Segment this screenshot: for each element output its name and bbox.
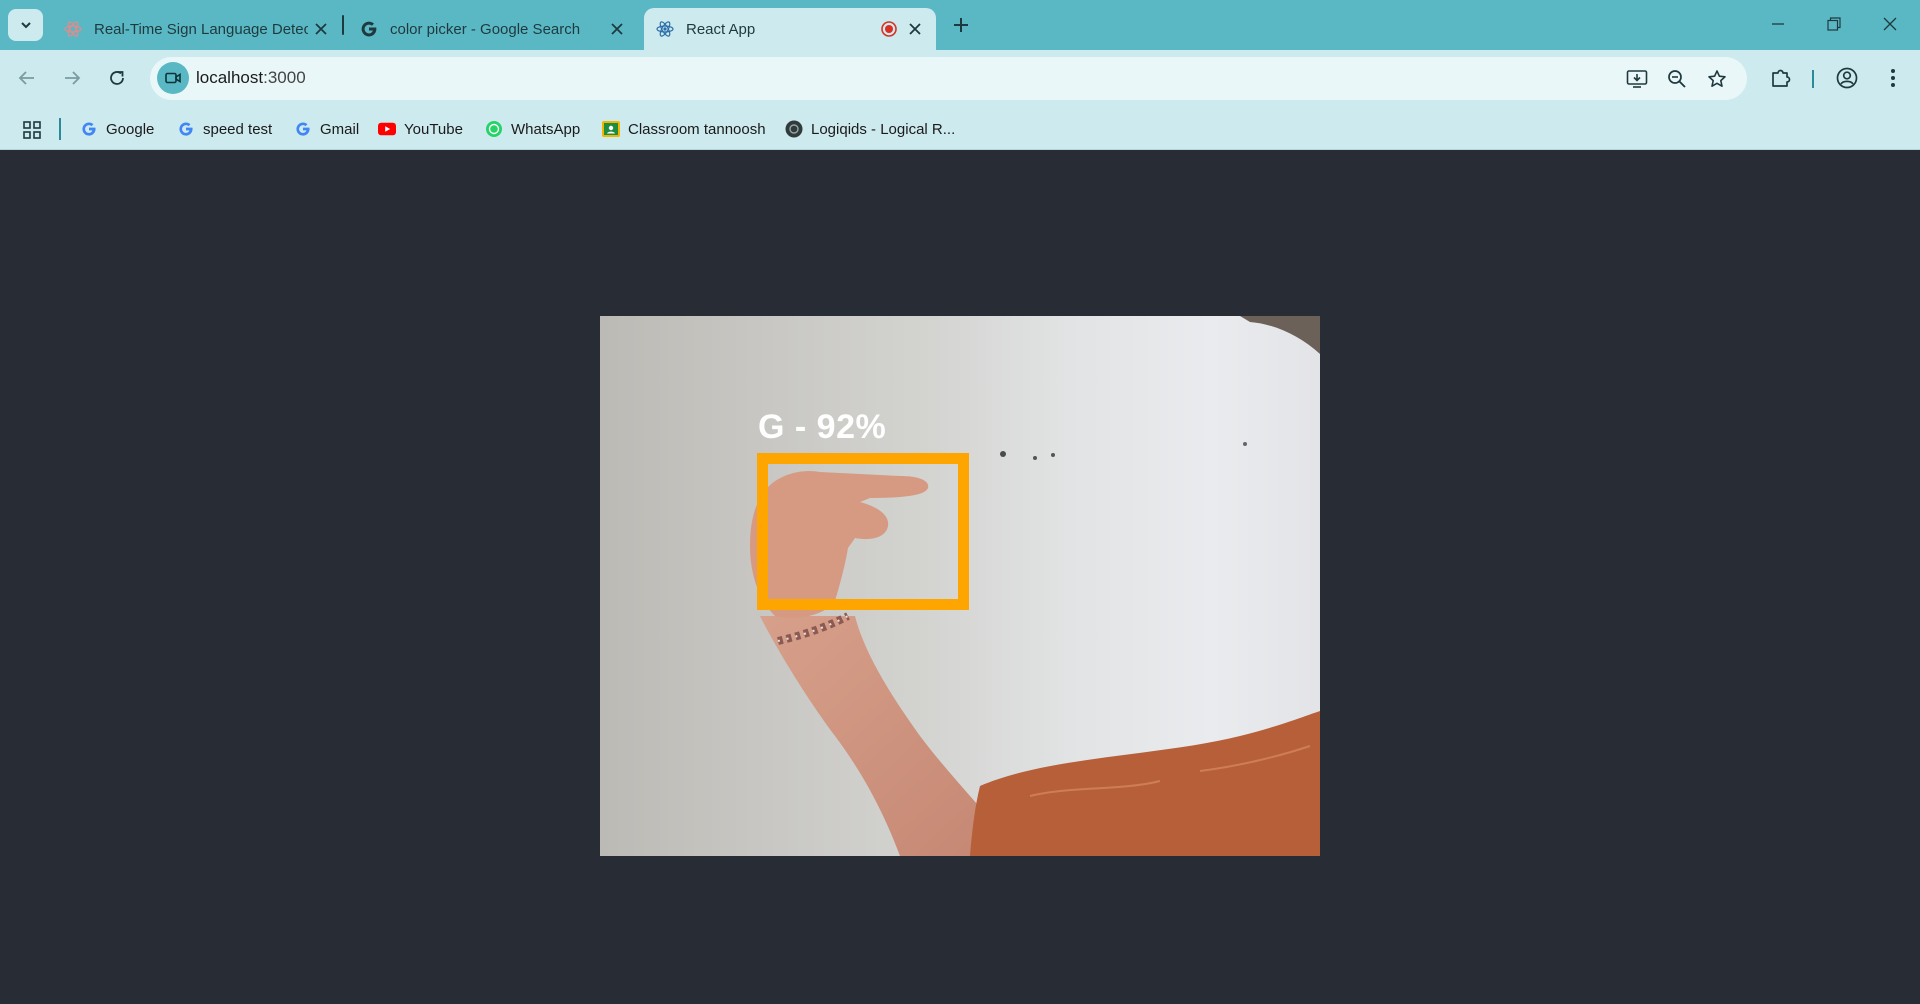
tab-search-button[interactable] [8, 9, 43, 41]
bookmarks-divider [59, 118, 61, 140]
minimize-button[interactable] [1750, 0, 1806, 48]
bookmark-label: speed test [203, 120, 273, 138]
arrow-right-icon [65, 71, 81, 85]
detection-box [757, 453, 969, 610]
puzzle-icon [1772, 69, 1791, 87]
site-info-button[interactable] [157, 62, 189, 94]
google-g-icon [177, 120, 195, 138]
bookmark-whatsapp[interactable]: WhatsApp [485, 116, 580, 142]
url-host: localhost [196, 68, 264, 87]
youtube-icon [378, 120, 396, 138]
bookmark-label: YouTube [404, 120, 463, 138]
tab-title: Real-Time Sign Language Detec [94, 20, 308, 38]
tab-title: React App [686, 20, 756, 38]
more-vert-icon [1891, 69, 1895, 87]
close-icon[interactable] [902, 16, 928, 42]
tab-react-app[interactable]: React App [644, 8, 936, 50]
close-icon [1883, 17, 1897, 31]
install-app-button[interactable] [1621, 63, 1653, 95]
tab-strip: Real-Time Sign Language Detec color pick… [0, 0, 1920, 50]
bookmark-google[interactable]: Google [80, 116, 154, 142]
chevron-down-icon [20, 22, 31, 29]
google-g-icon [294, 120, 312, 138]
browser-toolbar: localhost:3000 [0, 50, 1920, 108]
tab-title: color picker - Google Search [390, 20, 581, 38]
zoom-out-icon [1668, 70, 1686, 88]
url-text: localhost:3000 [196, 68, 306, 88]
apps-button[interactable] [20, 118, 44, 142]
classroom-icon [602, 120, 620, 138]
bookmark-classroom[interactable]: Classroom tannoosh [602, 116, 766, 142]
reload-button[interactable] [100, 61, 134, 95]
bookmark-gmail[interactable]: Gmail [294, 116, 359, 142]
apps-grid-icon [23, 121, 41, 139]
camera-icon [165, 72, 181, 84]
toolbar-divider [1812, 70, 1814, 88]
page-content: G - 92% [0, 151, 1920, 1004]
detection-label: G - 92% [758, 408, 887, 446]
tab-divider [342, 15, 344, 35]
tab-color-picker[interactable]: color picker - Google Search [348, 8, 638, 50]
url-port: :3000 [263, 68, 306, 87]
bookmark-speed-test[interactable]: speed test [177, 116, 272, 142]
logiqids-icon [785, 120, 803, 138]
close-icon[interactable] [308, 16, 334, 42]
bookmark-youtube[interactable]: YouTube [378, 116, 463, 142]
bookmark-label: Gmail [320, 120, 360, 138]
profile-button[interactable] [1830, 61, 1864, 95]
account-icon [1836, 67, 1858, 89]
bookmarks-bar: Google speed test Gmail YouTube WhatsApp… [0, 108, 1920, 150]
back-button[interactable] [10, 61, 44, 95]
whatsapp-icon [485, 120, 503, 138]
forward-button[interactable] [55, 61, 89, 95]
bookmark-logiqids[interactable]: Logiqids - Logical R... [785, 116, 955, 142]
reload-icon [110, 71, 124, 85]
google-g-icon [80, 120, 98, 138]
install-icon [1626, 70, 1648, 88]
bookmark-label: Classroom tannoosh [628, 120, 766, 138]
bookmark-label: Logiqids - Logical R... [811, 120, 956, 138]
minimize-icon [1772, 23, 1784, 25]
zoom-button[interactable] [1661, 63, 1693, 95]
menu-button[interactable] [1876, 61, 1910, 95]
close-icon[interactable] [604, 16, 630, 42]
bookmark-label: WhatsApp [511, 120, 581, 138]
new-tab-button[interactable] [946, 10, 976, 40]
bookmark-star-button[interactable] [1701, 63, 1733, 95]
plus-icon [954, 18, 968, 32]
google-g-icon [360, 20, 378, 38]
webcam-video-feed: G - 92% [600, 316, 1320, 856]
address-bar[interactable]: localhost:3000 [150, 57, 1747, 100]
extensions-button[interactable] [1764, 61, 1798, 95]
bookmark-label: Google [106, 120, 155, 138]
tab-sign-language[interactable]: Real-Time Sign Language Detec [52, 8, 342, 50]
restore-icon [1827, 17, 1841, 31]
arrow-left-icon [18, 71, 34, 85]
react-icon [656, 20, 674, 38]
star-icon [1708, 70, 1726, 87]
recording-icon [880, 20, 898, 38]
react-icon [64, 20, 82, 38]
restore-button[interactable] [1806, 0, 1862, 48]
close-window-button[interactable] [1862, 0, 1918, 48]
